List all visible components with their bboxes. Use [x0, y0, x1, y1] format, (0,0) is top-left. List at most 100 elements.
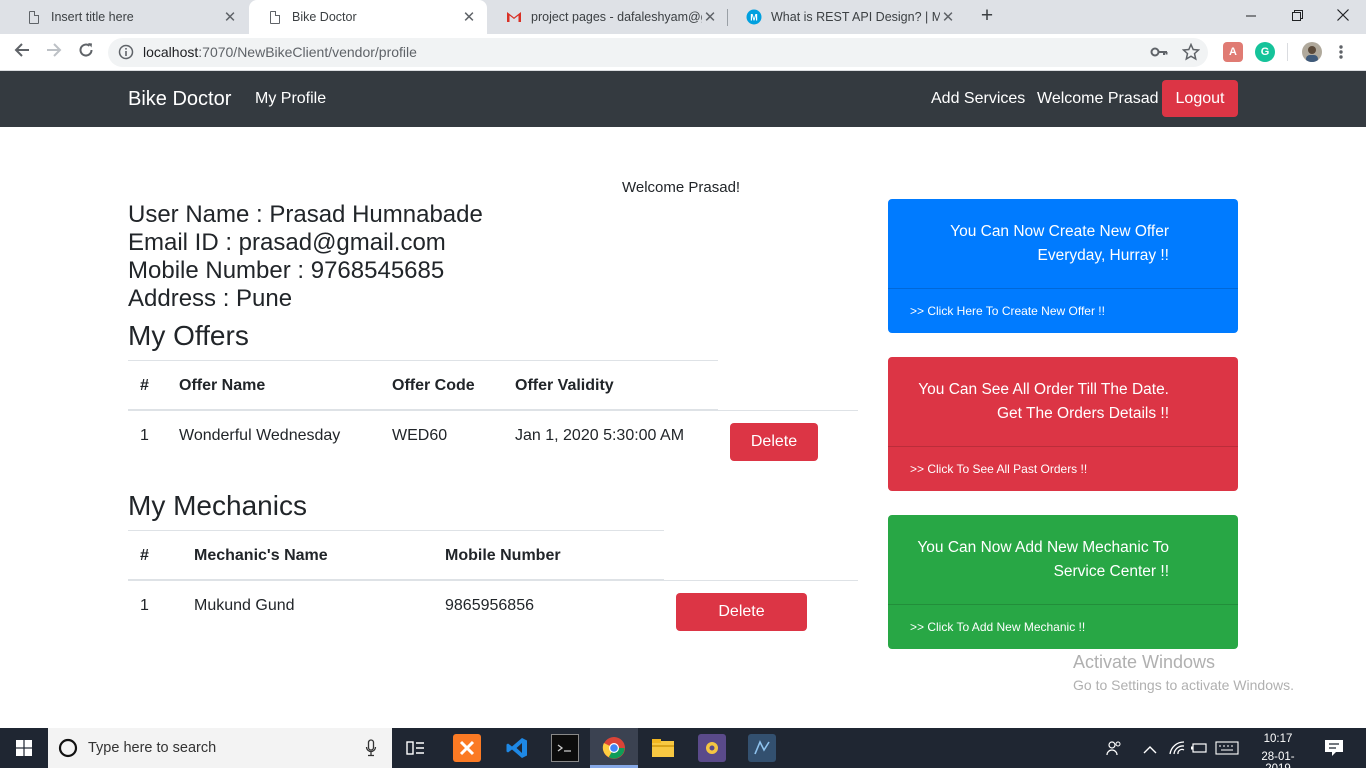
vscode-icon[interactable]: [503, 734, 531, 762]
taskbar-time[interactable]: 10:17: [1250, 733, 1306, 745]
page-icon: [267, 9, 283, 25]
url-text[interactable]: localhost:7070/NewBikeClient/vendor/prof…: [143, 44, 417, 60]
tab-title: project pages - dafaleshyam@gm: [531, 10, 702, 24]
file-explorer-icon[interactable]: [649, 734, 677, 762]
close-icon[interactable]: ✕: [461, 8, 477, 26]
tab-title: What is REST API Design? | Mule: [771, 10, 940, 24]
restore-icon[interactable]: [1274, 0, 1320, 30]
url-path: :7070/NewBikeClient/vendor/profile: [198, 44, 417, 60]
windows-start-icon[interactable]: [0, 728, 48, 768]
mulesoft-icon: M: [746, 9, 762, 25]
offer-row-code: WED60: [392, 427, 448, 444]
profile-email: Email ID : prasad@gmail.com: [128, 229, 446, 256]
profile-avatar-icon[interactable]: [1302, 42, 1322, 62]
nav-welcome-user[interactable]: Welcome Prasad: [1037, 90, 1159, 108]
brand-link[interactable]: Bike Doctor: [128, 88, 231, 111]
mechanics-title: My Mechanics: [128, 490, 307, 521]
offer-row-num: 1: [140, 427, 149, 444]
forward-icon[interactable]: [42, 40, 66, 64]
tab-mulesoft[interactable]: M What is REST API Design? | Mule ✕: [728, 0, 966, 34]
offers-header-code: Offer Code: [392, 377, 475, 394]
card-text-line2: Get The Orders Details !!: [997, 405, 1169, 422]
xampp-icon[interactable]: [453, 734, 481, 762]
mechanic-row-mobile: 9865956856: [445, 597, 534, 614]
add-mechanic-footer[interactable]: >> Click To Add New Mechanic !!: [888, 604, 1238, 649]
taskbar-date[interactable]: 28-01-2019: [1250, 751, 1306, 775]
profile-address: Address : Pune: [128, 285, 293, 312]
battery-icon[interactable]: [1190, 741, 1208, 755]
window-close-icon[interactable]: [1320, 0, 1366, 30]
close-icon[interactable]: ✕: [940, 8, 956, 26]
mechanics-header-mobile: Mobile Number: [445, 547, 561, 564]
mechanics-row-border: [664, 580, 858, 581]
create-offer-footer[interactable]: >> Click Here To Create New Offer !!: [888, 288, 1238, 333]
nav-my-profile[interactable]: My Profile: [255, 90, 326, 108]
nav-add-services[interactable]: Add Services: [931, 90, 1025, 108]
offer-row-name: Wonderful Wednesday: [179, 427, 341, 444]
past-orders-footer[interactable]: >> Click To See All Past Orders !!: [888, 446, 1238, 491]
activate-windows-subtitle: Go to Settings to activate Windows.: [1073, 677, 1294, 693]
reload-icon[interactable]: [74, 40, 98, 64]
past-orders-link[interactable]: >> Click To See All Past Orders !!: [910, 462, 1087, 476]
microphone-icon[interactable]: [365, 739, 377, 757]
menu-kebab-icon[interactable]: [1336, 44, 1346, 60]
spring-tool-icon[interactable]: [698, 734, 726, 762]
mechanic-row-name: Mukund Gund: [194, 597, 295, 614]
past-orders-card: You Can See All Order Till The Date. Get…: [888, 357, 1238, 491]
notifications-icon[interactable]: [1324, 739, 1344, 757]
task-view-icon[interactable]: [402, 734, 430, 762]
mysql-workbench-icon[interactable]: [748, 734, 776, 762]
toolbar-divider: [1287, 43, 1288, 61]
offers-table-top-border: [128, 360, 718, 361]
keyboard-icon[interactable]: [1215, 741, 1239, 755]
pdf-extension-icon[interactable]: A: [1223, 42, 1243, 62]
delete-offer-button[interactable]: Delete: [730, 423, 818, 461]
delete-mechanic-button[interactable]: Delete: [676, 593, 807, 631]
tab-title: Bike Doctor: [292, 10, 357, 24]
command-prompt-icon[interactable]: [551, 734, 579, 762]
cortana-icon: [58, 738, 78, 758]
grammarly-extension-icon[interactable]: G: [1255, 42, 1275, 62]
create-offer-card: You Can Now Create New Offer Everyday, H…: [888, 199, 1238, 333]
new-tab-icon[interactable]: +: [976, 5, 998, 27]
tab-title: Insert title here: [51, 10, 134, 24]
mechanic-row-num: 1: [140, 597, 149, 614]
mechanics-header-num: #: [140, 547, 149, 564]
svg-text:M: M: [750, 13, 758, 23]
chevron-up-icon[interactable]: [1143, 742, 1157, 754]
card-text-line1: You Can Now Add New Mechanic To: [917, 539, 1169, 556]
profile-user-name: User Name : Prasad Humnabade: [128, 201, 483, 228]
add-mechanic-link[interactable]: >> Click To Add New Mechanic !!: [910, 620, 1085, 634]
offers-header-name: Offer Name: [179, 377, 266, 394]
card-text-line2: Everyday, Hurray !!: [1037, 247, 1169, 264]
mechanics-header-border: [128, 579, 664, 581]
chrome-icon[interactable]: [600, 734, 628, 762]
tab-bike-doctor[interactable]: Bike Doctor ✕: [249, 0, 487, 34]
close-icon[interactable]: ✕: [702, 8, 718, 26]
back-icon[interactable]: [10, 40, 34, 64]
offers-title: My Offers: [128, 320, 249, 351]
offers-header-num: #: [140, 377, 149, 394]
key-icon[interactable]: [1150, 44, 1168, 60]
gmail-icon: [506, 9, 522, 25]
url-host: localhost: [143, 44, 199, 60]
add-mechanic-card: You Can Now Add New Mechanic To Service …: [888, 515, 1238, 649]
offer-row-validity: Jan 1, 2020 5:30:00 AM: [515, 427, 685, 444]
minimize-icon[interactable]: [1228, 0, 1274, 30]
create-offer-link[interactable]: >> Click Here To Create New Offer !!: [910, 304, 1105, 318]
profile-mobile: Mobile Number : 9768545685: [128, 257, 445, 284]
card-text-line1: You Can See All Order Till The Date.: [918, 381, 1169, 398]
info-icon[interactable]: [118, 44, 134, 60]
tab-gmail[interactable]: project pages - dafaleshyam@gm ✕: [488, 0, 728, 34]
offers-header-border: [128, 409, 718, 411]
welcome-message: Welcome Prasad!: [622, 179, 741, 196]
card-text-line2: Service Center !!: [1053, 563, 1169, 580]
activate-windows-title: Activate Windows: [1073, 652, 1216, 672]
wifi-icon[interactable]: [1168, 740, 1186, 756]
close-icon[interactable]: ✕: [222, 8, 238, 26]
tab-insert-title[interactable]: Insert title here ✕: [8, 0, 248, 34]
people-icon[interactable]: [1106, 740, 1122, 756]
bookmark-star-icon[interactable]: [1181, 42, 1201, 61]
logout-button[interactable]: Logout: [1162, 80, 1238, 117]
page-icon: [26, 9, 42, 25]
